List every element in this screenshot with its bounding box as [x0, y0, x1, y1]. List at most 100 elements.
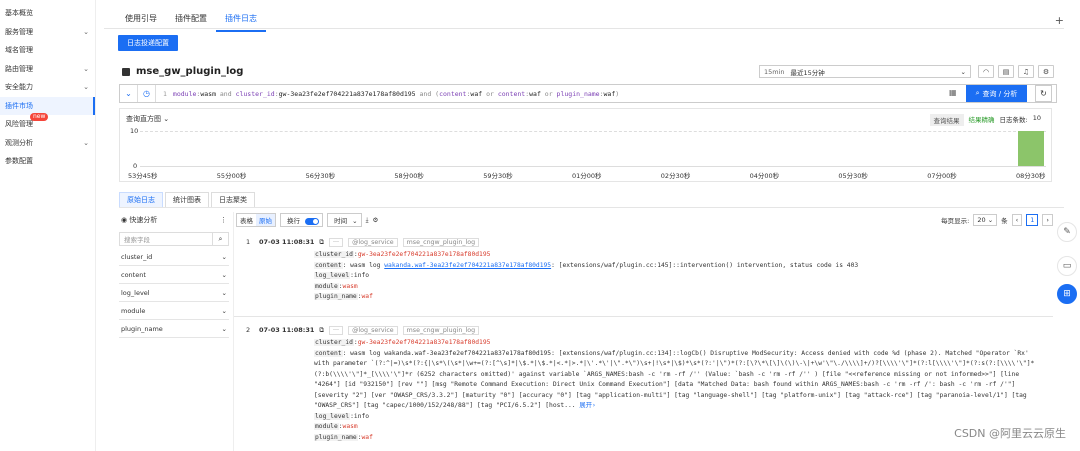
- log-delivery-config-button[interactable]: 日志投递配置: [118, 35, 178, 51]
- download-icon[interactable]: ⤓: [366, 216, 369, 225]
- chevron-down-icon: ⌄: [221, 270, 227, 279]
- refresh-icon[interactable]: ↻: [1035, 85, 1052, 102]
- log-entry: 2 07-03 11:08:31 ⧉ ··· @log_service mse_…: [246, 325, 1035, 441]
- sidebar-item[interactable]: 风险管理 new: [0, 113, 95, 134]
- settings-icon[interactable]: ⚙: [372, 216, 378, 224]
- sidebar-item-label: 服务管理: [5, 27, 33, 36]
- sidebar-item[interactable]: 基本概览: [0, 4, 95, 23]
- plus-icon[interactable]: +: [1055, 14, 1064, 27]
- prev-page-button[interactable]: ‹: [1011, 214, 1023, 226]
- more-icon[interactable]: ⋮: [220, 216, 227, 224]
- history-icon[interactable]: ◷: [138, 85, 156, 102]
- table-view-button[interactable]: 表格: [237, 214, 256, 226]
- query-analyze-button[interactable]: ⌕ 查询 / 分析: [966, 85, 1027, 102]
- chevron-down-icon: ⌄: [83, 64, 89, 73]
- query-input[interactable]: 1 module:wasm and cluster_id:gw-3ea23fe2e…: [156, 90, 619, 98]
- current-page[interactable]: 1: [1026, 214, 1039, 226]
- field-key: log_level: [314, 272, 351, 279]
- expand-button[interactable]: 展开›: [579, 402, 595, 409]
- query-token: waf: [603, 89, 616, 98]
- x-tick-label: 07分00秒: [927, 172, 957, 180]
- quick-field-label: module: [121, 306, 146, 315]
- copy-icon[interactable]: ⧉: [319, 238, 324, 247]
- field-key: log_level: [314, 412, 351, 420]
- apps-icon[interactable]: ⊞: [1057, 284, 1077, 304]
- eye-icon: ◉: [121, 216, 128, 224]
- copy-icon[interactable]: ⧉: [319, 326, 324, 335]
- field-value[interactable]: gw-3ea23fe2ef704221a837e178af80d195: [358, 339, 491, 346]
- histogram-bar[interactable]: [1018, 131, 1044, 166]
- field-key: cluster_id: [314, 251, 354, 258]
- chevron-down-icon[interactable]: ⌄: [120, 85, 138, 102]
- search-icon[interactable]: ⌕: [212, 233, 228, 245]
- wrap-toggle[interactable]: 换行: [280, 213, 324, 227]
- histogram-title[interactable]: 查询直方图 ⌄: [126, 114, 169, 124]
- quick-field-label: cluster_id: [121, 252, 153, 261]
- new-badge: new: [30, 113, 49, 121]
- quick-field-item[interactable]: plugin_name ⌄: [119, 320, 229, 338]
- x-tick-label: 56分30秒: [305, 172, 336, 180]
- grid-line: [140, 131, 1046, 132]
- sidebar-item-label: 插件市场: [5, 101, 33, 110]
- query-token: and: [215, 89, 236, 98]
- edit-icon[interactable]: ✎: [1057, 222, 1077, 242]
- next-page-button[interactable]: ›: [1042, 214, 1053, 226]
- tab-log-cluster[interactable]: 日志聚类: [211, 192, 255, 208]
- bell-icon[interactable]: ♫: [1018, 65, 1034, 78]
- calendar-icon[interactable]: ▦: [949, 88, 957, 97]
- sidebar-item-label: 观测分析: [5, 138, 33, 147]
- share-icon[interactable]: ▤: [998, 65, 1014, 78]
- query-token: and (: [415, 89, 440, 98]
- field-key: plugin_name: [314, 433, 358, 441]
- quick-field-label: plugin_name: [121, 324, 163, 333]
- x-tick-label: 58分00秒: [394, 172, 424, 180]
- watermark: CSDN @阿里云云原生: [954, 427, 1066, 440]
- tab-stat-charts[interactable]: 统计图表: [165, 192, 209, 208]
- query-button-label: 查询 / 分析: [982, 89, 1018, 98]
- sidebar-item[interactable]: 路由管理 ⌄: [0, 60, 95, 79]
- query-token: content: [497, 89, 526, 98]
- x-tick-label: 01分00秒: [572, 172, 602, 180]
- more-icon[interactable]: ···: [329, 325, 344, 335]
- gear-icon[interactable]: ⚙: [1038, 65, 1054, 78]
- logstore-header: mse_gw_plugin_log: [122, 66, 243, 77]
- message-icon[interactable]: ▭: [1057, 256, 1077, 276]
- x-tick-label: 05分30秒: [838, 172, 868, 180]
- speedometer-icon[interactable]: ◠: [978, 65, 994, 78]
- field-value[interactable]: gw-3ea23fe2ef704221a837e178af80d195: [358, 251, 491, 258]
- time-sort[interactable]: 时间 ⌄: [327, 213, 362, 227]
- quick-field-item[interactable]: module ⌄: [119, 302, 229, 320]
- sidebar-item[interactable]: 插件市场: [0, 96, 95, 115]
- quick-field-item[interactable]: content ⌄: [119, 266, 229, 284]
- quick-field-item[interactable]: cluster_id ⌄: [119, 248, 229, 266]
- sidebar-item[interactable]: 服务管理 ⌄: [0, 23, 95, 42]
- x-tick-label: 08分30秒: [1016, 172, 1046, 180]
- raw-view-button[interactable]: 原始: [256, 214, 275, 226]
- chevron-down-icon: ⌄: [83, 27, 89, 36]
- field-key: module: [314, 282, 339, 290]
- chevron-down-icon: ⌄: [221, 252, 227, 261]
- tab-raw-logs[interactable]: 原始日志: [119, 192, 163, 208]
- query-line-number: 1: [163, 89, 167, 98]
- content-link[interactable]: wakanda.waf-3ea23fe2ef704221a837e178af80…: [384, 262, 551, 269]
- log-tabs: 原始日志 统计图表 日志聚类: [119, 192, 257, 208]
- query-token: plugin_name: [556, 89, 600, 98]
- log-toolbar: 表格 原始 换行 时间 ⌄ ⤓ ⚙ 每页显示: 20 ⌄ 条 ‹ 1 ›: [234, 212, 1053, 228]
- sidebar: 基本概览 服务管理 ⌄ 域名管理 路由管理 ⌄ 安全能力 ⌄ 插件市场 风险管理 new 观测分析 ⌄ 参…: [0, 0, 96, 451]
- toggle-switch[interactable]: [305, 217, 320, 225]
- more-icon[interactable]: ···: [329, 237, 344, 247]
- x-tick-label: 53分45秒: [128, 172, 158, 180]
- field-search[interactable]: 搜索字段 ⌕: [119, 232, 229, 246]
- content-value[interactable]: wasm log wakanda.waf-3ea23fe2ef704221a83…: [314, 350, 1034, 410]
- sidebar-item[interactable]: 域名管理: [0, 41, 95, 60]
- time-range-select[interactable]: 15min 最近15分钟 ⌄: [759, 65, 971, 78]
- field-search-input[interactable]: 搜索字段: [120, 234, 212, 244]
- query-token: ): [615, 89, 620, 98]
- quick-field-item[interactable]: log_level ⌄: [119, 284, 229, 302]
- right-floating-bar: ✎ ▭ ⊞: [1056, 212, 1080, 451]
- query-token: cluster_id: [235, 89, 275, 98]
- per-page-select[interactable]: 20 ⌄: [973, 214, 998, 226]
- sidebar-item[interactable]: 参数配置: [0, 152, 95, 171]
- sidebar-item[interactable]: 安全能力 ⌄: [0, 78, 95, 97]
- sidebar-item[interactable]: 观测分析 ⌄: [0, 134, 95, 153]
